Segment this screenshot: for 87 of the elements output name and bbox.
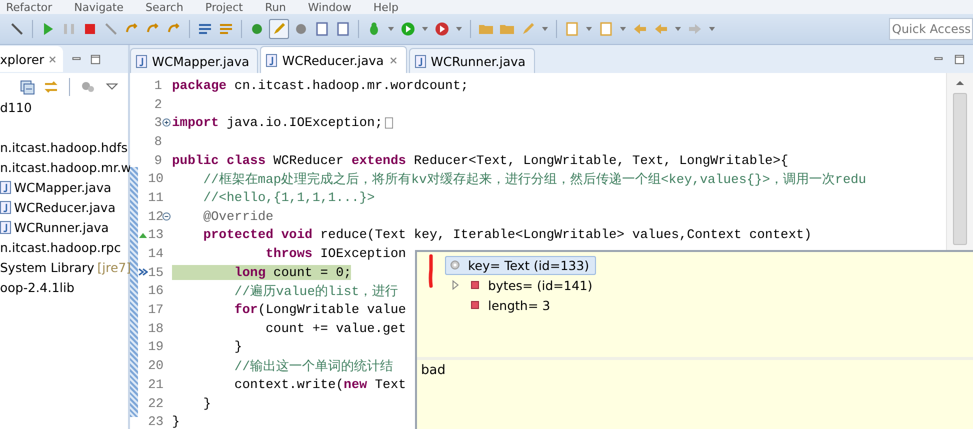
editor-tab[interactable]: WCReducer.java [260, 46, 407, 73]
line-number: 17 [148, 302, 162, 318]
line-number: 12 [148, 208, 162, 224]
java-file-icon [136, 54, 147, 68]
tree-item[interactable]: oop-2.4.1lib [0, 280, 74, 294]
code-line: //输出这一个单词的统计结 [233, 358, 394, 375]
quick-access-field[interactable]: Quick Access [889, 18, 973, 40]
tab-label: WCReducer.java [282, 52, 384, 68]
menu-item[interactable]: Help [373, 0, 398, 14]
tree-item[interactable]: WCRunner.java [14, 220, 109, 234]
tree-item[interactable]: n.itcast.hadoop.hdfs [0, 140, 128, 154]
java-file-icon [0, 200, 11, 214]
tree-item[interactable]: WCReducer.java [14, 200, 116, 214]
code-line: //框架在map处理完成之后，将所有kv对缓存起来，进行分组，然后传递一个组<key,values{}>，调用一次redu [202, 170, 866, 188]
java-file-icon [0, 180, 11, 194]
collapse-all-icon[interactable] [18, 78, 36, 96]
tab-label: WCRunner.java [430, 54, 526, 68]
line-number: 10 [148, 171, 162, 186]
line-number: 20 [148, 358, 162, 374]
code-line: context.write(new Text [233, 376, 406, 392]
scribble-mark [427, 254, 435, 288]
line-number: 18 [148, 320, 162, 336]
editor-tab[interactable]: WCMapper.java [130, 48, 258, 73]
menu-item[interactable]: Run [264, 0, 286, 14]
code-line: protected void reduce(Text key, Iterable<LongWritable> values,Context context) [202, 227, 812, 242]
java-file-icon [414, 54, 426, 68]
explorer-tab[interactable]: xplorer [0, 46, 64, 72]
expand-arrow-icon[interactable] [451, 280, 459, 290]
tree-item[interactable]: System Library [0, 260, 94, 274]
folded-code-icon[interactable] [384, 116, 393, 129]
code-line: throws IOException [264, 246, 406, 262]
line-number: 2 [153, 96, 162, 112]
close-icon[interactable] [48, 54, 58, 64]
tab-label: xplorer [0, 52, 44, 66]
code-line: import java.io.IOException; [172, 115, 383, 130]
brush-icon[interactable] [269, 19, 289, 39]
line-number: 3 [153, 115, 162, 130]
line-number: 13 [148, 227, 162, 242]
variable-row[interactable]: bytes= (id=141) [465, 276, 600, 294]
code-line: //遍历value的list，进行 [233, 282, 398, 300]
line-number: 8 [153, 134, 162, 149]
line-number: 22 [148, 396, 162, 411]
fold-minus-icon[interactable] [162, 212, 171, 221]
menu-item[interactable]: Refactor [6, 0, 52, 14]
tab-label: WCMapper.java [152, 54, 250, 68]
tree-item[interactable]: n.itcast.hadoop.mr.w [0, 160, 132, 174]
run-icon[interactable] [399, 20, 417, 38]
code-line: @Override [202, 208, 274, 224]
fold-plus-icon[interactable] [162, 118, 171, 128]
line-number: 15 [148, 264, 162, 280]
menu-item[interactable]: Search [146, 0, 184, 14]
maximize-icon[interactable] [90, 54, 102, 64]
variable-row[interactable]: key= Text (id=133) [445, 256, 596, 274]
variable-row[interactable]: length= 3 [465, 296, 558, 314]
tree-item[interactable]: WCMapper.java [14, 180, 112, 194]
scrollbar-thumb[interactable] [953, 93, 967, 245]
line-number: 11 [148, 190, 162, 205]
tree-item[interactable]: n.itcast.hadoop.rpc [0, 240, 121, 254]
editor-tab[interactable]: WCRunner.java [408, 48, 535, 73]
code-line: package cn.itcast.hadoop.mr.wordcount; [172, 78, 468, 93]
scroll-up-icon[interactable] [955, 79, 965, 87]
tree-item-decoration: [jre7] [97, 260, 132, 274]
line-number: 19 [148, 339, 162, 354]
close-icon[interactable] [388, 56, 398, 64]
local-variable-icon [450, 260, 460, 270]
tree-item[interactable]: d110 [0, 100, 32, 114]
java-file-icon [266, 54, 278, 66]
menu-item[interactable]: Project [205, 0, 243, 14]
line-number: 21 [148, 376, 162, 392]
code-line: for(LongWritable value [233, 302, 406, 318]
line-number: 9 [153, 152, 162, 168]
code-line: //<hello,{1,1,1,1...}> [202, 190, 375, 205]
code-line: } [202, 396, 212, 411]
code-line: } [172, 414, 180, 429]
detail-text: bad [420, 362, 446, 380]
menu-item[interactable]: Navigate [74, 0, 124, 14]
line-number: 14 [148, 246, 162, 262]
code-line: count += value.get [264, 320, 406, 336]
java-file-icon [0, 220, 11, 234]
instruction-pointer-icon [138, 267, 148, 278]
code-line: public class WCReducer extends Reducer<Text, LongWritable, Text, LongWritable>{ [172, 152, 788, 168]
code-line: } [233, 339, 242, 354]
line-number: 1 [153, 78, 162, 93]
line-number: 16 [148, 283, 162, 298]
menu-item[interactable]: Window [308, 0, 352, 14]
maximize-icon[interactable] [954, 54, 965, 64]
line-number: 23 [148, 414, 162, 429]
